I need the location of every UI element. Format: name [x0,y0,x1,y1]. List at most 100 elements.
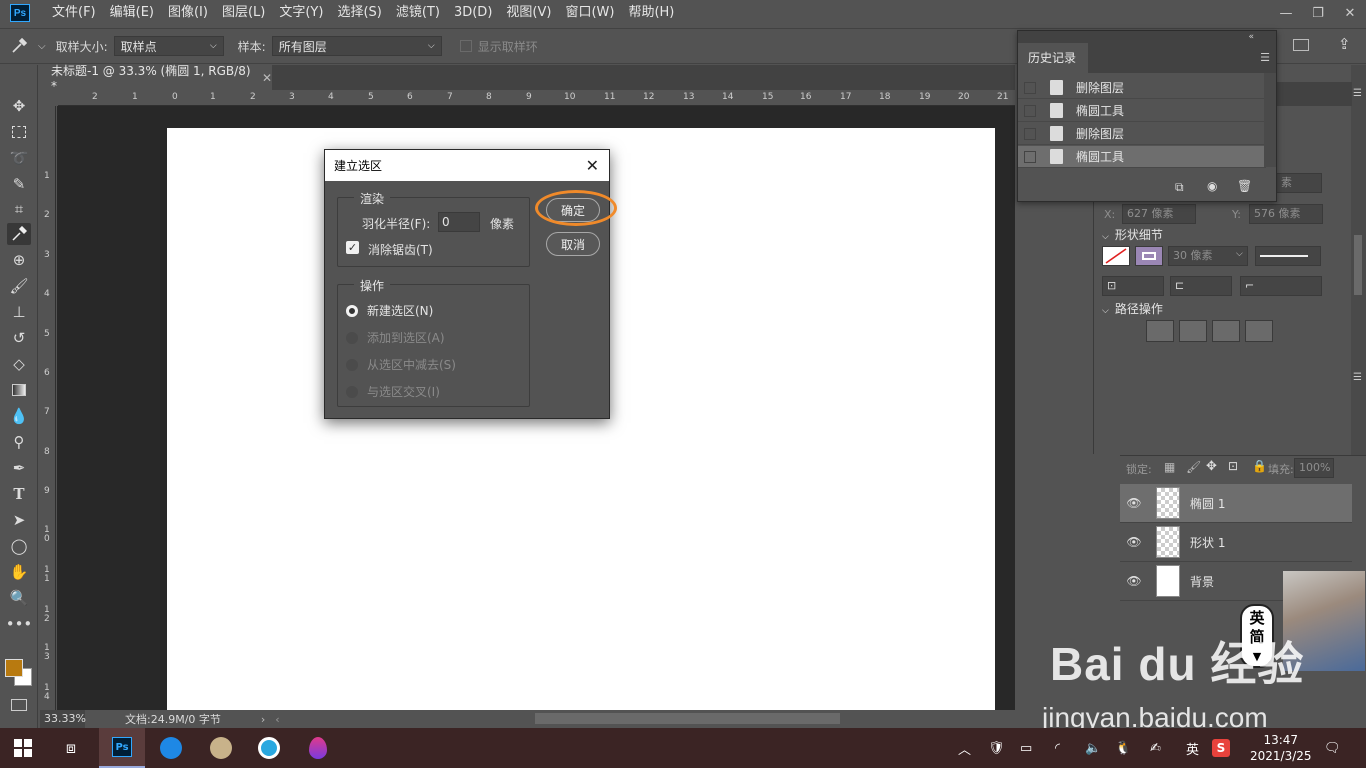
tab-history[interactable]: 历史记录 [1018,43,1088,73]
history-item[interactable]: 删除图层 [1018,77,1266,99]
history-snapshot-checkbox[interactable] [1024,104,1036,117]
device-icon[interactable]: ▭ [1020,728,1032,768]
eye-icon[interactable]: 👁 [1120,496,1148,510]
sample-size-select[interactable]: 取样点 ⌵ [113,36,224,56]
layer-row[interactable]: 👁 形状 1 [1120,523,1352,562]
y-field[interactable]: 576 像素 [1249,204,1323,224]
workspace-icon[interactable] [1293,39,1309,51]
eye-icon[interactable]: 👁 [1120,535,1148,549]
pen-tool-icon[interactable]: ✒ [7,457,31,479]
collapse-panel-icon[interactable]: « [1248,31,1254,43]
history-snapshot-checkbox[interactable] [1024,81,1036,94]
stroke-swatch[interactable] [1135,246,1163,266]
close-icon[interactable]: ✕ [1334,0,1366,26]
new-document-from-state-icon[interactable]: ⧉ [1175,180,1184,195]
restore-icon[interactable]: ❐ [1302,0,1334,26]
paint-app-icon[interactable] [295,728,341,768]
scroll-thumb[interactable] [1354,235,1362,295]
eraser-tool-icon[interactable]: ◇ [7,353,31,375]
more-tools-icon[interactable]: ••• [6,613,33,635]
panel-menu-icon[interactable]: ☰ [1353,372,1362,383]
history-item[interactable]: 删除图层 [1018,123,1266,145]
edge-icon[interactable] [246,728,292,768]
layer-row[interactable]: 👁 椭圆 1 [1120,484,1352,523]
document-tab[interactable]: 未标题-1 @ 33.3% (椭圆 1, RGB/8) * ✕ [40,64,272,93]
menu-type[interactable]: 文字(Y) [272,0,330,26]
zoom-tool-icon[interactable]: 🔍 [7,587,31,609]
zoom-level[interactable]: 33.33% [40,710,86,728]
ime-badge[interactable]: 英 简 ▼ [1240,604,1274,668]
close-icon[interactable]: ✕ [586,156,599,175]
lasso-tool-icon[interactable]: ➰ [7,147,31,169]
pen-icon[interactable]: ✍ [1150,728,1161,768]
tray-expand-icon[interactable]: ︿ [958,728,971,768]
menu-help[interactable]: 帮助(H) [621,0,681,26]
history-panel-grip[interactable]: « [1018,31,1276,43]
sample-select[interactable]: 所有图层 ⌵ [271,36,442,56]
photoshop-taskbar-icon[interactable]: Ps [99,728,145,768]
eyedropper-tool-icon[interactable] [0,37,38,55]
combine-shapes-icon[interactable] [1146,320,1174,342]
foreground-color-swatch[interactable] [5,659,23,677]
minimize-icon[interactable]: — [1270,0,1302,26]
clock[interactable]: 13:47 2021/3/25 [1250,728,1312,768]
ime-language[interactable]: 英 [1186,728,1199,768]
stamp-tool-icon[interactable]: ⊥ [7,301,31,323]
history-item[interactable]: 椭圆工具 [1018,146,1266,168]
x-field[interactable]: 627 像素 [1122,204,1196,224]
close-tab-icon[interactable]: ✕ [262,71,272,85]
subtract-shape-icon[interactable] [1179,320,1207,342]
show-ring-checkbox[interactable] [459,40,472,52]
intersect-shape-icon[interactable] [1212,320,1240,342]
scroll-left-icon[interactable]: ‹ [275,713,279,726]
move-tool-icon[interactable]: ✥ [7,95,31,117]
path-select-tool-icon[interactable]: ➤ [7,509,31,531]
menu-view[interactable]: 视图(V) [499,0,558,26]
pixel-field[interactable]: 素 [1276,173,1322,193]
fill-field[interactable]: 100% [1294,458,1334,478]
cancel-button[interactable]: 取消 [546,232,600,256]
stroke-style-select[interactable] [1255,246,1321,266]
browser-icon[interactable] [148,728,194,768]
eyedropper-tool-icon[interactable] [7,223,31,245]
ok-button[interactable]: 确定 [546,198,600,222]
trash-icon[interactable]: 🗑 [1237,179,1252,193]
align-stroke-select[interactable]: ⊡ [1102,276,1164,296]
qq-icon[interactable]: 🐧 [1115,728,1131,768]
quick-mask-icon[interactable] [11,699,27,711]
new-selection-radio[interactable]: 新建选区(N) [346,302,433,319]
menu-file[interactable]: 文件(F) [45,0,103,26]
status-expand-icon[interactable]: › [261,713,265,726]
type-tool-icon[interactable]: T [7,483,31,505]
marquee-tool-icon[interactable] [7,121,31,143]
brush-tool-icon[interactable]: 🖌 [7,275,31,297]
dialog-titlebar[interactable]: 建立选区 ✕ [325,150,609,181]
quick-select-tool-icon[interactable]: ✎ [7,173,31,195]
menu-layer[interactable]: 图层(L) [215,0,272,26]
fill-none-swatch[interactable] [1102,246,1130,266]
lock-brush-icon[interactable]: 🖌 [1186,460,1201,474]
cap-select[interactable]: ⊏ [1170,276,1232,296]
feather-input[interactable]: 0 [438,212,480,232]
ellipse-tool-icon[interactable]: ◯ [7,535,31,557]
path-ops-heading[interactable]: ⌵ 路径操作 [1102,300,1163,317]
horizontal-scrollbar[interactable] [535,713,840,724]
volume-icon[interactable]: 🔈 [1085,728,1101,768]
share-icon[interactable]: ⇪ [1338,35,1351,53]
windows-start-icon[interactable] [0,728,46,768]
history-scrollbar[interactable] [1264,73,1276,167]
task-view-icon[interactable]: ⧈ [48,728,94,768]
exclude-shape-icon[interactable] [1245,320,1273,342]
panel-menu-icon[interactable]: ☰ [1260,51,1270,64]
history-snapshot-checkbox[interactable] [1024,150,1036,163]
shape-details-heading[interactable]: ⌵ 形状细节 [1102,226,1163,243]
security-shield-icon[interactable]: 🛡 [988,728,1005,768]
lock-transparent-icon[interactable]: ▦ [1164,460,1175,474]
lock-artboard-icon[interactable]: ⊡ [1228,459,1238,473]
lock-move-icon[interactable]: ✥ [1206,459,1217,474]
menu-edit[interactable]: 编辑(E) [103,0,161,26]
sogou-icon[interactable]: S [1212,728,1230,768]
hand-tool-icon[interactable]: ✋ [7,561,31,583]
healing-brush-icon[interactable]: ⊕ [7,249,31,271]
photo-app-icon[interactable] [198,728,244,768]
